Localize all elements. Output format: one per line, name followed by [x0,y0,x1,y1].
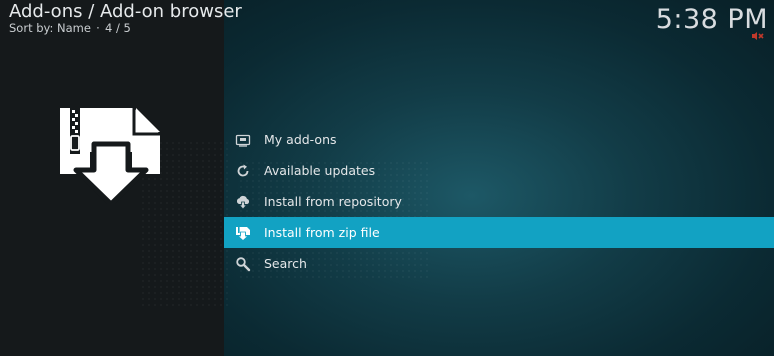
menu-item-label: Search [264,256,307,271]
search-icon [236,257,251,272]
addon-browser-menu: My add-ons Available updates Install fro… [224,124,774,279]
item-position: 4 / 5 [104,21,131,35]
menu-item-install-from-zip[interactable]: Install from zip file [224,217,774,248]
zip-file-icon [236,227,250,241]
menu-item-search[interactable]: Search [224,248,774,279]
page-title: Add-ons / Add-on browser [9,1,242,22]
menu-item-label: Install from repository [264,194,402,209]
menu-item-label: Install from zip file [264,225,380,240]
separator: · [96,21,100,35]
zip-download-icon [60,108,160,204]
menu-item-my-addons[interactable]: My add-ons [224,124,774,155]
menu-item-available-updates[interactable]: Available updates [224,155,774,186]
sort-label: Sort by: Name [9,21,91,35]
menu-item-install-from-repository[interactable]: Install from repository [224,186,774,217]
refresh-icon [237,164,249,177]
mute-icon [752,32,764,40]
menu-item-label: My add-ons [264,132,337,147]
addon-box-icon [235,134,251,147]
cloud-download-icon [236,195,250,210]
menu-item-label: Available updates [264,163,376,178]
sort-info[interactable]: Sort by: Name · 4 / 5 [9,21,131,35]
